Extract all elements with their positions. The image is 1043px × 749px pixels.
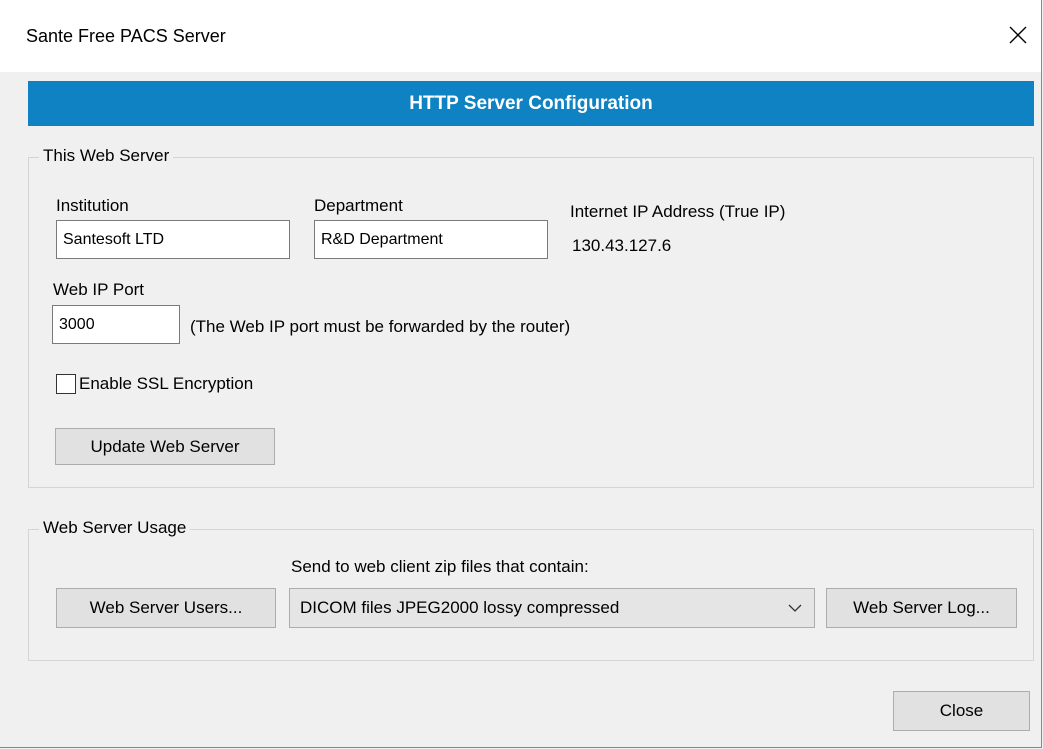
web-server-log-button[interactable]: Web Server Log... <box>826 588 1017 628</box>
web-ip-port-label: Web IP Port <box>53 280 145 299</box>
internet-ip-label: Internet IP Address (True IP) <box>570 202 786 221</box>
internet-ip-value: 130.43.127.6 <box>572 236 672 255</box>
update-web-server-button[interactable]: Update Web Server <box>55 428 275 465</box>
zip-label: Send to web client zip files that contai… <box>291 557 589 576</box>
department-field[interactable] <box>314 220 548 259</box>
chevron-down-icon <box>788 600 802 620</box>
dialog-window: Sante Free PACS Server HTTP Server Confi… <box>0 0 1042 748</box>
web-server-users-label: Web Server Users... <box>89 598 243 617</box>
section-header: HTTP Server Configuration <box>28 81 1034 126</box>
close-button[interactable]: Close <box>893 691 1030 731</box>
update-web-server-label: Update Web Server <box>90 436 240 456</box>
web-server-usage-legend: Web Server Usage <box>39 518 191 538</box>
ssl-checkbox[interactable] <box>56 374 76 394</box>
zip-format-value: DICOM files JPEG2000 lossy compressed <box>300 598 620 617</box>
window-title: Sante Free PACS Server <box>26 26 226 46</box>
ssl-label[interactable]: Enable SSL Encryption <box>79 374 253 394</box>
institution-label: Institution <box>56 196 129 215</box>
close-icon[interactable] <box>995 13 1041 57</box>
section-header-title: HTTP Server Configuration <box>409 92 653 114</box>
close-button-label: Close <box>939 701 984 720</box>
department-label: Department <box>314 196 403 215</box>
web-ip-port-field[interactable] <box>52 305 180 344</box>
port-note: (The Web IP port must be forwarded by th… <box>190 317 571 336</box>
web-server-users-button[interactable]: Web Server Users... <box>56 588 276 628</box>
zip-format-select[interactable]: DICOM files JPEG2000 lossy compressed <box>289 588 815 628</box>
web-server-log-label: Web Server Log... <box>853 598 990 617</box>
title-bar: Sante Free PACS Server <box>0 0 1041 72</box>
institution-field[interactable] <box>56 220 290 259</box>
this-web-server-legend: This Web Server <box>39 146 174 166</box>
